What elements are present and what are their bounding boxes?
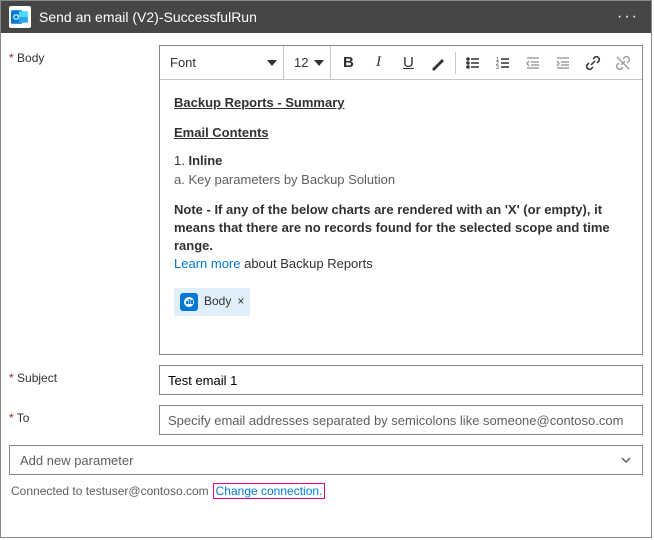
size-label: 12: [294, 55, 308, 70]
add-parameter-label: Add new parameter: [20, 453, 133, 468]
chip-label: Body: [204, 293, 231, 310]
add-parameter-select[interactable]: Add new parameter: [9, 445, 643, 475]
change-connection-link[interactable]: Change connection.: [216, 484, 323, 498]
item1-text: Inline: [188, 153, 222, 168]
number-list-button[interactable]: 123: [490, 50, 516, 76]
learn-more-link[interactable]: Learn more: [174, 256, 240, 271]
change-connection-highlight: Change connection.: [213, 483, 326, 499]
note-paragraph: Note - If any of the below charts are re…: [174, 201, 628, 256]
learn-rest: about Backup Reports: [240, 256, 372, 271]
indent-button[interactable]: [550, 50, 576, 76]
editor-content[interactable]: Backup Reports - Summary Email Contents …: [160, 80, 642, 354]
font-label: Font: [170, 55, 196, 70]
subject-input[interactable]: [159, 365, 643, 395]
font-select[interactable]: Font: [164, 46, 284, 79]
toolbar-separator: [455, 52, 456, 74]
svg-text:3: 3: [496, 65, 499, 71]
list-item-1: 1. Inline: [174, 152, 628, 170]
subject-row: Subject: [9, 365, 643, 395]
outdent-button[interactable]: [520, 50, 546, 76]
bullet-list-button[interactable]: [460, 50, 486, 76]
italic-button[interactable]: I: [365, 50, 391, 76]
title-rest: - Summary: [274, 95, 345, 110]
font-size-select[interactable]: 12: [288, 46, 331, 79]
body-row: Body Font 12 B I U: [9, 45, 643, 355]
item1-num: 1.: [174, 153, 188, 168]
to-label: To: [9, 405, 159, 435]
body-editor: Font 12 B I U: [159, 45, 643, 355]
bold-button[interactable]: B: [335, 50, 361, 76]
doc-subheading: Email Contents: [174, 124, 628, 142]
subject-label: Subject: [9, 365, 159, 395]
note-label: Note: [174, 202, 203, 217]
note-text: - If any of the below charts are rendere…: [174, 202, 610, 253]
card-title: Send an email (V2)-SuccessfulRun: [39, 9, 613, 25]
list-item-1a: a. Key parameters by Backup Solution: [174, 171, 628, 189]
font-color-button[interactable]: [425, 50, 451, 76]
doc-title: Backup Reports - Summary: [174, 94, 628, 112]
card-header[interactable]: Send an email (V2)-SuccessfulRun ···: [1, 1, 651, 33]
dynamic-content-icon: [180, 293, 198, 311]
body-label: Body: [9, 45, 159, 355]
email-action-card: Send an email (V2)-SuccessfulRun ··· Bod…: [0, 0, 652, 538]
learn-more-line: Learn more about Backup Reports: [174, 255, 628, 273]
chip-remove-icon[interactable]: ×: [237, 293, 244, 310]
to-input[interactable]: [159, 405, 643, 435]
outlook-icon: [9, 6, 31, 28]
connected-to-text: Connected to testuser@contoso.com: [11, 484, 209, 498]
connection-footer: Connected to testuser@contoso.com Change…: [9, 481, 643, 503]
card-body: Body Font 12 B I U: [1, 33, 651, 537]
editor-toolbar: Font 12 B I U: [160, 46, 642, 80]
add-parameter-row: Add new parameter: [9, 445, 643, 475]
underline-button[interactable]: U: [395, 50, 421, 76]
dynamic-content-chip[interactable]: Body ×: [174, 288, 250, 316]
to-row: To: [9, 405, 643, 435]
more-menu-icon[interactable]: ···: [613, 8, 643, 26]
link-button[interactable]: [580, 50, 606, 76]
title-link: Backup Reports: [174, 95, 274, 110]
caret-down-icon: [314, 60, 324, 66]
unlink-button[interactable]: [610, 50, 636, 76]
chevron-down-icon: [620, 454, 632, 466]
caret-down-icon: [267, 60, 277, 66]
